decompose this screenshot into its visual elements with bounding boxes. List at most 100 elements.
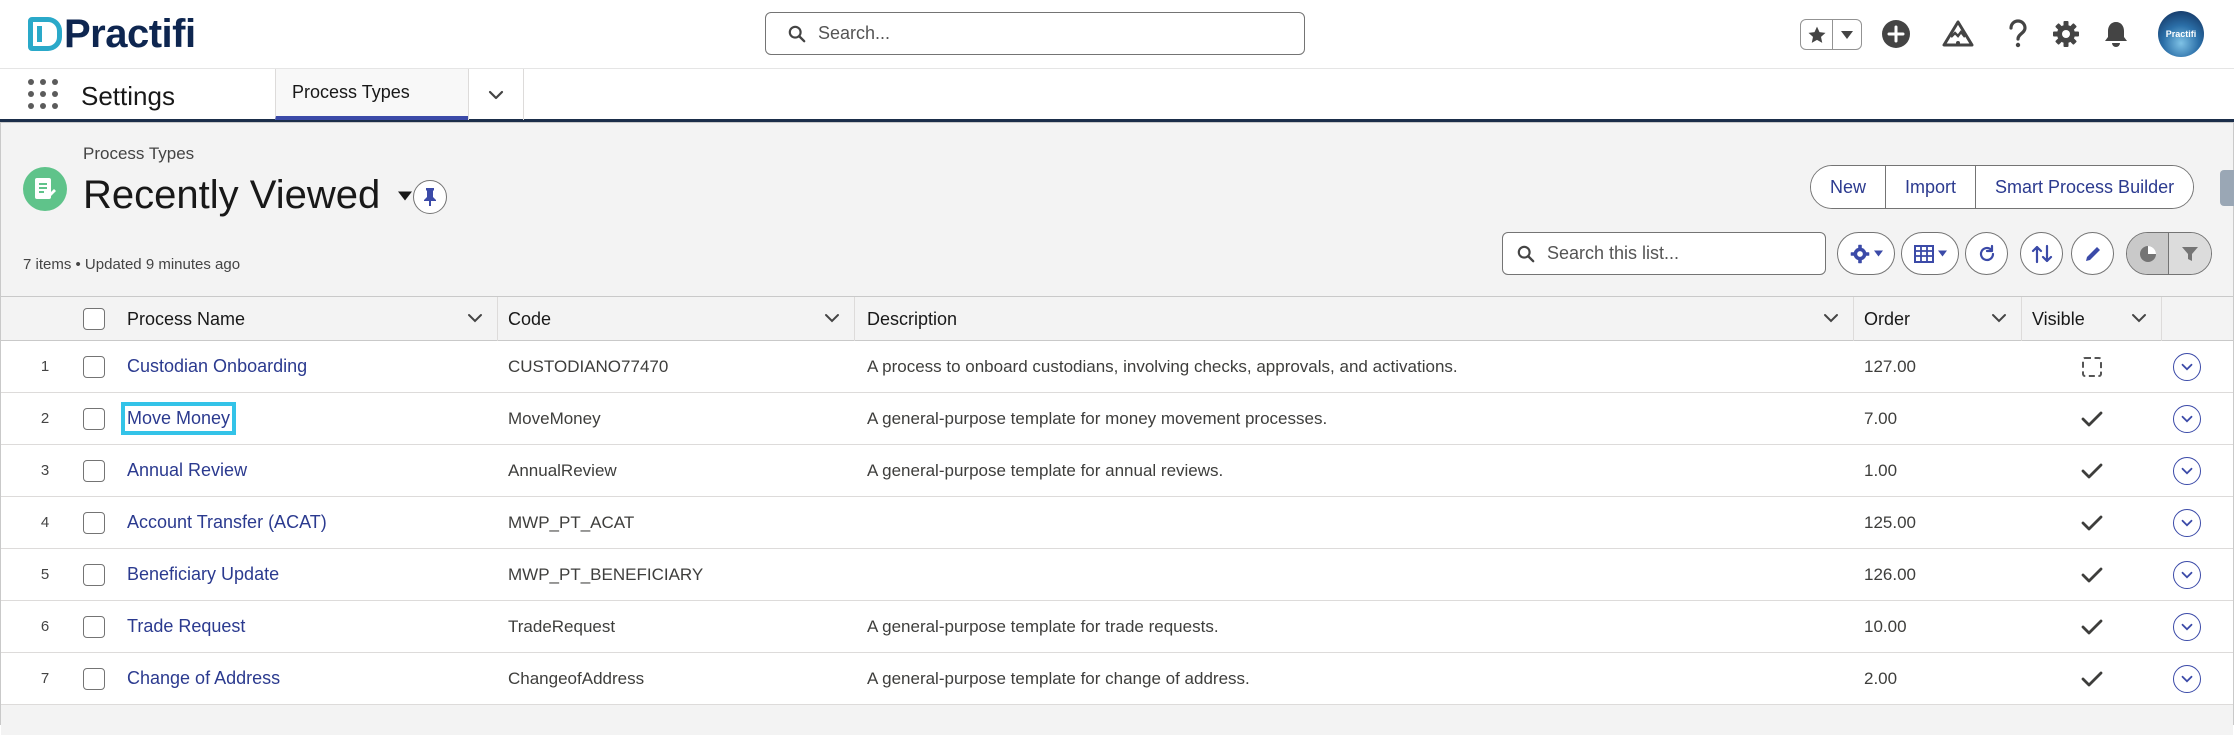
process-name-link[interactable]: Annual Review bbox=[127, 460, 247, 481]
setup-button[interactable] bbox=[2048, 16, 2084, 52]
table-row: 5 Beneficiary Update MWP_PT_BENEFICIARY 126… bbox=[1, 549, 2233, 601]
table-header: Process Name Code Description Order Visi… bbox=[1, 296, 2233, 341]
row-actions-cell bbox=[2173, 601, 2201, 652]
row-checkbox[interactable] bbox=[83, 355, 105, 378]
pin-list-button[interactable] bbox=[413, 180, 447, 214]
row-actions-button[interactable] bbox=[2173, 508, 2201, 537]
row-actions-button[interactable] bbox=[2173, 560, 2201, 589]
chevron-down-icon bbox=[2181, 519, 2193, 527]
row-number: 7 bbox=[40, 670, 50, 687]
row-actions-button[interactable] bbox=[2173, 456, 2201, 485]
global-actions-button[interactable] bbox=[1878, 16, 1914, 52]
row-actions-button[interactable] bbox=[2173, 404, 2201, 433]
tab-label: Process Types bbox=[292, 82, 410, 102]
table-row: 6 Trade Request TradeRequest A general-purp… bbox=[1, 601, 2233, 653]
table-row: 4 Account Transfer (ACAT) MWP_PT_ACAT 125.0… bbox=[1, 497, 2233, 549]
star-icon bbox=[1808, 26, 1826, 43]
row-checkbox[interactable] bbox=[83, 511, 105, 534]
refresh-button[interactable] bbox=[1965, 232, 2008, 275]
row-checkbox[interactable] bbox=[83, 667, 105, 690]
process-name-link[interactable]: Trade Request bbox=[127, 616, 245, 637]
pencil-icon bbox=[2085, 246, 2100, 261]
list-search[interactable] bbox=[1502, 232, 1826, 275]
chevron-down-icon[interactable] bbox=[1991, 310, 2007, 326]
column-description[interactable]: Description bbox=[855, 297, 1854, 341]
list-view-controls-button[interactable] bbox=[1837, 232, 1895, 275]
column-label: Process Name bbox=[127, 308, 246, 329]
help-button[interactable] bbox=[2000, 16, 2036, 52]
process-name-link[interactable]: Custodian Onboarding bbox=[127, 356, 307, 377]
row-actions-button[interactable] bbox=[2173, 664, 2201, 693]
visible-cell bbox=[2022, 341, 2162, 392]
sort-button[interactable] bbox=[2020, 232, 2063, 275]
import-button[interactable]: Import bbox=[1886, 166, 1977, 208]
practifi-logo[interactable]: Practifi bbox=[28, 14, 196, 54]
row-select-cell bbox=[83, 445, 119, 496]
list-meta: 7 items • Updated 9 minutes ago bbox=[23, 256, 241, 273]
favorites-button[interactable] bbox=[1801, 20, 1834, 49]
global-search[interactable] bbox=[765, 12, 1305, 55]
favorites-menu-button[interactable] bbox=[1833, 20, 1861, 49]
visible-cell bbox=[2022, 445, 2162, 496]
favorites-group bbox=[1800, 19, 1862, 50]
column-process-name[interactable]: Process Name bbox=[119, 297, 498, 341]
column-order[interactable]: Order bbox=[1854, 297, 2022, 341]
chevron-down-icon[interactable] bbox=[824, 310, 840, 326]
gear-icon bbox=[2053, 21, 2079, 47]
app-navigation: Settings Process Types bbox=[0, 68, 2234, 122]
checkmark-icon bbox=[2081, 619, 2103, 634]
side-panel-handle[interactable] bbox=[2220, 170, 2234, 206]
checkmark-icon bbox=[2081, 463, 2103, 478]
table-icon bbox=[1913, 244, 1934, 263]
process-name-link[interactable]: Beneficiary Update bbox=[127, 564, 279, 585]
avatar-label: Practifi bbox=[2165, 29, 2197, 39]
caret-down-icon bbox=[1937, 250, 1947, 257]
table-row: 1 Custodian Onboarding CUSTODIANO77470 A pr… bbox=[1, 341, 2233, 393]
row-checkbox[interactable] bbox=[83, 407, 105, 430]
tab-menu-button[interactable] bbox=[468, 69, 524, 120]
list-search-input[interactable] bbox=[1547, 243, 1807, 264]
row-checkbox[interactable] bbox=[83, 459, 105, 482]
smart-process-builder-button[interactable]: Smart Process Builder bbox=[1976, 166, 2194, 208]
row-actions-button[interactable] bbox=[2173, 352, 2201, 381]
select-all-checkbox[interactable] bbox=[83, 308, 105, 330]
chevron-down-icon bbox=[2181, 675, 2193, 683]
process-name-cell: Move Money bbox=[120, 393, 497, 444]
row-checkbox[interactable] bbox=[83, 563, 105, 586]
table-row: 2 Move Money MoveMoney A general-purpose te… bbox=[1, 393, 2233, 445]
notifications-button[interactable] bbox=[2098, 16, 2134, 52]
code-cell: MoveMoney bbox=[508, 408, 601, 428]
row-checkbox[interactable] bbox=[83, 615, 105, 638]
order-cell: 7.00 bbox=[1864, 408, 1898, 428]
chevron-down-icon[interactable] bbox=[467, 310, 483, 326]
add-icon bbox=[1882, 20, 1910, 48]
new-button[interactable]: New bbox=[1811, 166, 1887, 208]
row-actions-button[interactable] bbox=[2173, 612, 2201, 641]
process-types-object-icon bbox=[23, 167, 67, 211]
description-cell: A general-purpose template for annual re… bbox=[867, 460, 1224, 480]
global-search-input[interactable] bbox=[818, 23, 1278, 44]
user-avatar[interactable]: Practifi bbox=[2158, 11, 2204, 57]
process-name-link[interactable]: Change of Address bbox=[127, 668, 280, 689]
display-as-button[interactable] bbox=[1901, 232, 1959, 275]
order-cell: 126.00 bbox=[1864, 564, 1916, 584]
code-cell: TradeRequest bbox=[508, 616, 616, 636]
column-code[interactable]: Code bbox=[498, 297, 855, 341]
column-label: Visible bbox=[2032, 308, 2085, 329]
guidance-center-button[interactable] bbox=[1940, 16, 1976, 52]
process-name-link[interactable]: Account Transfer (ACAT) bbox=[127, 512, 327, 533]
filter-button[interactable] bbox=[2169, 233, 2211, 274]
chevron-down-icon[interactable] bbox=[1823, 310, 1839, 326]
inline-edit-button[interactable] bbox=[2071, 232, 2114, 275]
chevron-down-icon bbox=[2181, 363, 2193, 371]
show-charts-button[interactable] bbox=[2127, 233, 2170, 274]
chevron-down-icon[interactable] bbox=[2131, 310, 2147, 326]
process-name-link[interactable]: Move Money bbox=[120, 402, 237, 435]
list-view-title[interactable]: Recently Viewed bbox=[83, 173, 413, 218]
column-visible[interactable]: Visible bbox=[2022, 297, 2162, 341]
visible-cell bbox=[2022, 653, 2162, 704]
app-launcher-icon[interactable] bbox=[28, 79, 58, 109]
tab-process-types[interactable]: Process Types bbox=[275, 69, 468, 120]
row-select-cell bbox=[83, 393, 119, 444]
row-actions-cell bbox=[2173, 341, 2201, 392]
